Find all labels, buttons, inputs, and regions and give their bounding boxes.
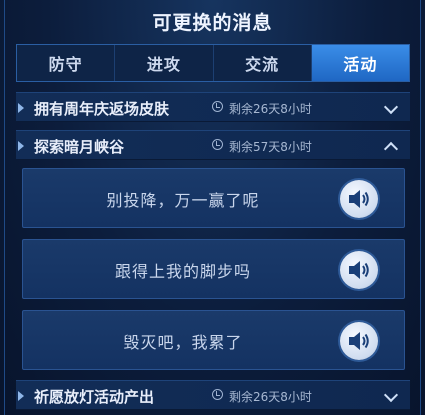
expand-marker-icon <box>18 141 24 151</box>
tab-events[interactable]: 活动 <box>311 45 409 81</box>
tab-bar: 防守 进攻 交流 活动 <box>16 44 410 82</box>
section-name: 拥有周年庆返场皮肤 <box>34 100 170 118</box>
speaker-icon[interactable] <box>340 322 378 360</box>
section-row-explore-canyon[interactable]: 探索暗月峡谷 剩余57天8小时 <box>16 130 410 160</box>
chevron-up-icon[interactable] <box>383 141 399 157</box>
chevron-down-icon[interactable] <box>383 387 399 403</box>
speaker-icon[interactable] <box>340 251 378 289</box>
remaining-time: 剩余26天8小时 <box>229 102 312 116</box>
message-item[interactable]: 跟得上我的脚步吗 <box>22 239 405 299</box>
speaker-icon[interactable] <box>340 180 378 218</box>
section-name: 探索暗月峡谷 <box>34 138 125 156</box>
tab-attack[interactable]: 进攻 <box>115 45 214 81</box>
clock-icon <box>212 139 223 150</box>
chevron-down-icon[interactable] <box>383 99 399 115</box>
section-row-lantern-event[interactable]: 祈愿放灯活动产出 剩余26天8小时 <box>16 380 410 410</box>
message-text: 别投降，万一赢了呢 <box>106 191 260 210</box>
tab-defense[interactable]: 防守 <box>17 45 116 81</box>
clock-icon <box>212 389 223 400</box>
message-text: 跟得上我的脚步吗 <box>114 262 251 281</box>
message-item[interactable]: 别投降，万一赢了呢 <box>22 168 405 228</box>
expand-marker-icon <box>18 103 24 113</box>
remaining-time: 剩余26天8小时 <box>229 390 312 404</box>
section-name: 祈愿放灯活动产出 <box>34 388 155 406</box>
section-row-anniversary-skin[interactable]: 拥有周年庆返场皮肤 剩余26天8小时 <box>16 92 410 122</box>
message-item[interactable]: 毁灭吧，我累了 <box>22 310 405 370</box>
message-text: 毁灭吧，我累了 <box>123 333 243 352</box>
expand-marker-icon <box>18 391 24 401</box>
remaining-time: 剩余57天8小时 <box>229 140 312 154</box>
panel-title: 可更换的消息 <box>152 12 273 34</box>
tab-communication[interactable]: 交流 <box>214 45 312 81</box>
clock-icon <box>212 101 223 112</box>
